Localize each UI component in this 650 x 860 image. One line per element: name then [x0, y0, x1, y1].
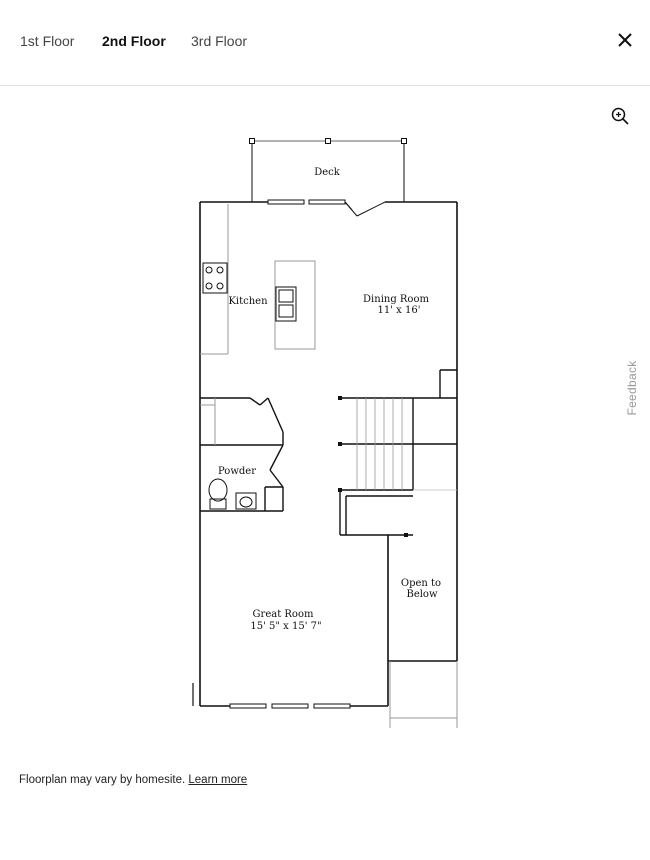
- disclaimer-text: Floorplan may vary by homesite.: [19, 774, 186, 786]
- room-size-great-room: 15' 5" x 15' 7": [250, 621, 321, 632]
- room-label-kitchen: Kitchen: [228, 296, 268, 307]
- room-label-deck: Deck: [314, 167, 341, 178]
- room-label-open-to: Open to: [401, 578, 441, 589]
- room-size-dining: 11' x 16': [378, 305, 421, 316]
- cooktop-icon: [202, 262, 228, 294]
- kitchen-counters: [200, 204, 316, 355]
- tab-2nd-floor[interactable]: 2nd Floor: [102, 33, 166, 49]
- stairs: [339, 369, 457, 536]
- room-label-great-room: Great Room: [253, 609, 314, 620]
- close-icon: [618, 33, 632, 47]
- stair-rail-posts: [338, 396, 408, 537]
- floorplan-diagram: Deck Kitchen Dining Room 11' x 16' Powde…: [192, 138, 458, 728]
- exterior-walls: [192, 201, 458, 707]
- tab-1st-floor[interactable]: 1st Floor: [20, 33, 74, 49]
- toilet-icon: [208, 478, 228, 510]
- learn-more-link[interactable]: Learn more: [188, 774, 247, 786]
- floor-tabs-header: 1st Floor 2nd Floor 3rd Floor: [0, 0, 650, 86]
- tab-3rd-floor[interactable]: 3rd Floor: [191, 33, 247, 49]
- bathroom-sink-icon: [235, 492, 257, 510]
- room-label-powder: Powder: [218, 466, 256, 477]
- floorplan-disclaimer: Floorplan may vary by homesite. Learn mo…: [19, 774, 247, 786]
- room-label-dining: Dining Room: [363, 294, 429, 305]
- close-button[interactable]: [612, 27, 638, 53]
- open-to-below-area: [389, 661, 458, 728]
- sink-icon: [275, 286, 297, 322]
- interior-walls: [200, 397, 284, 512]
- deck-door: [344, 201, 386, 217]
- room-label-below: Below: [406, 589, 437, 600]
